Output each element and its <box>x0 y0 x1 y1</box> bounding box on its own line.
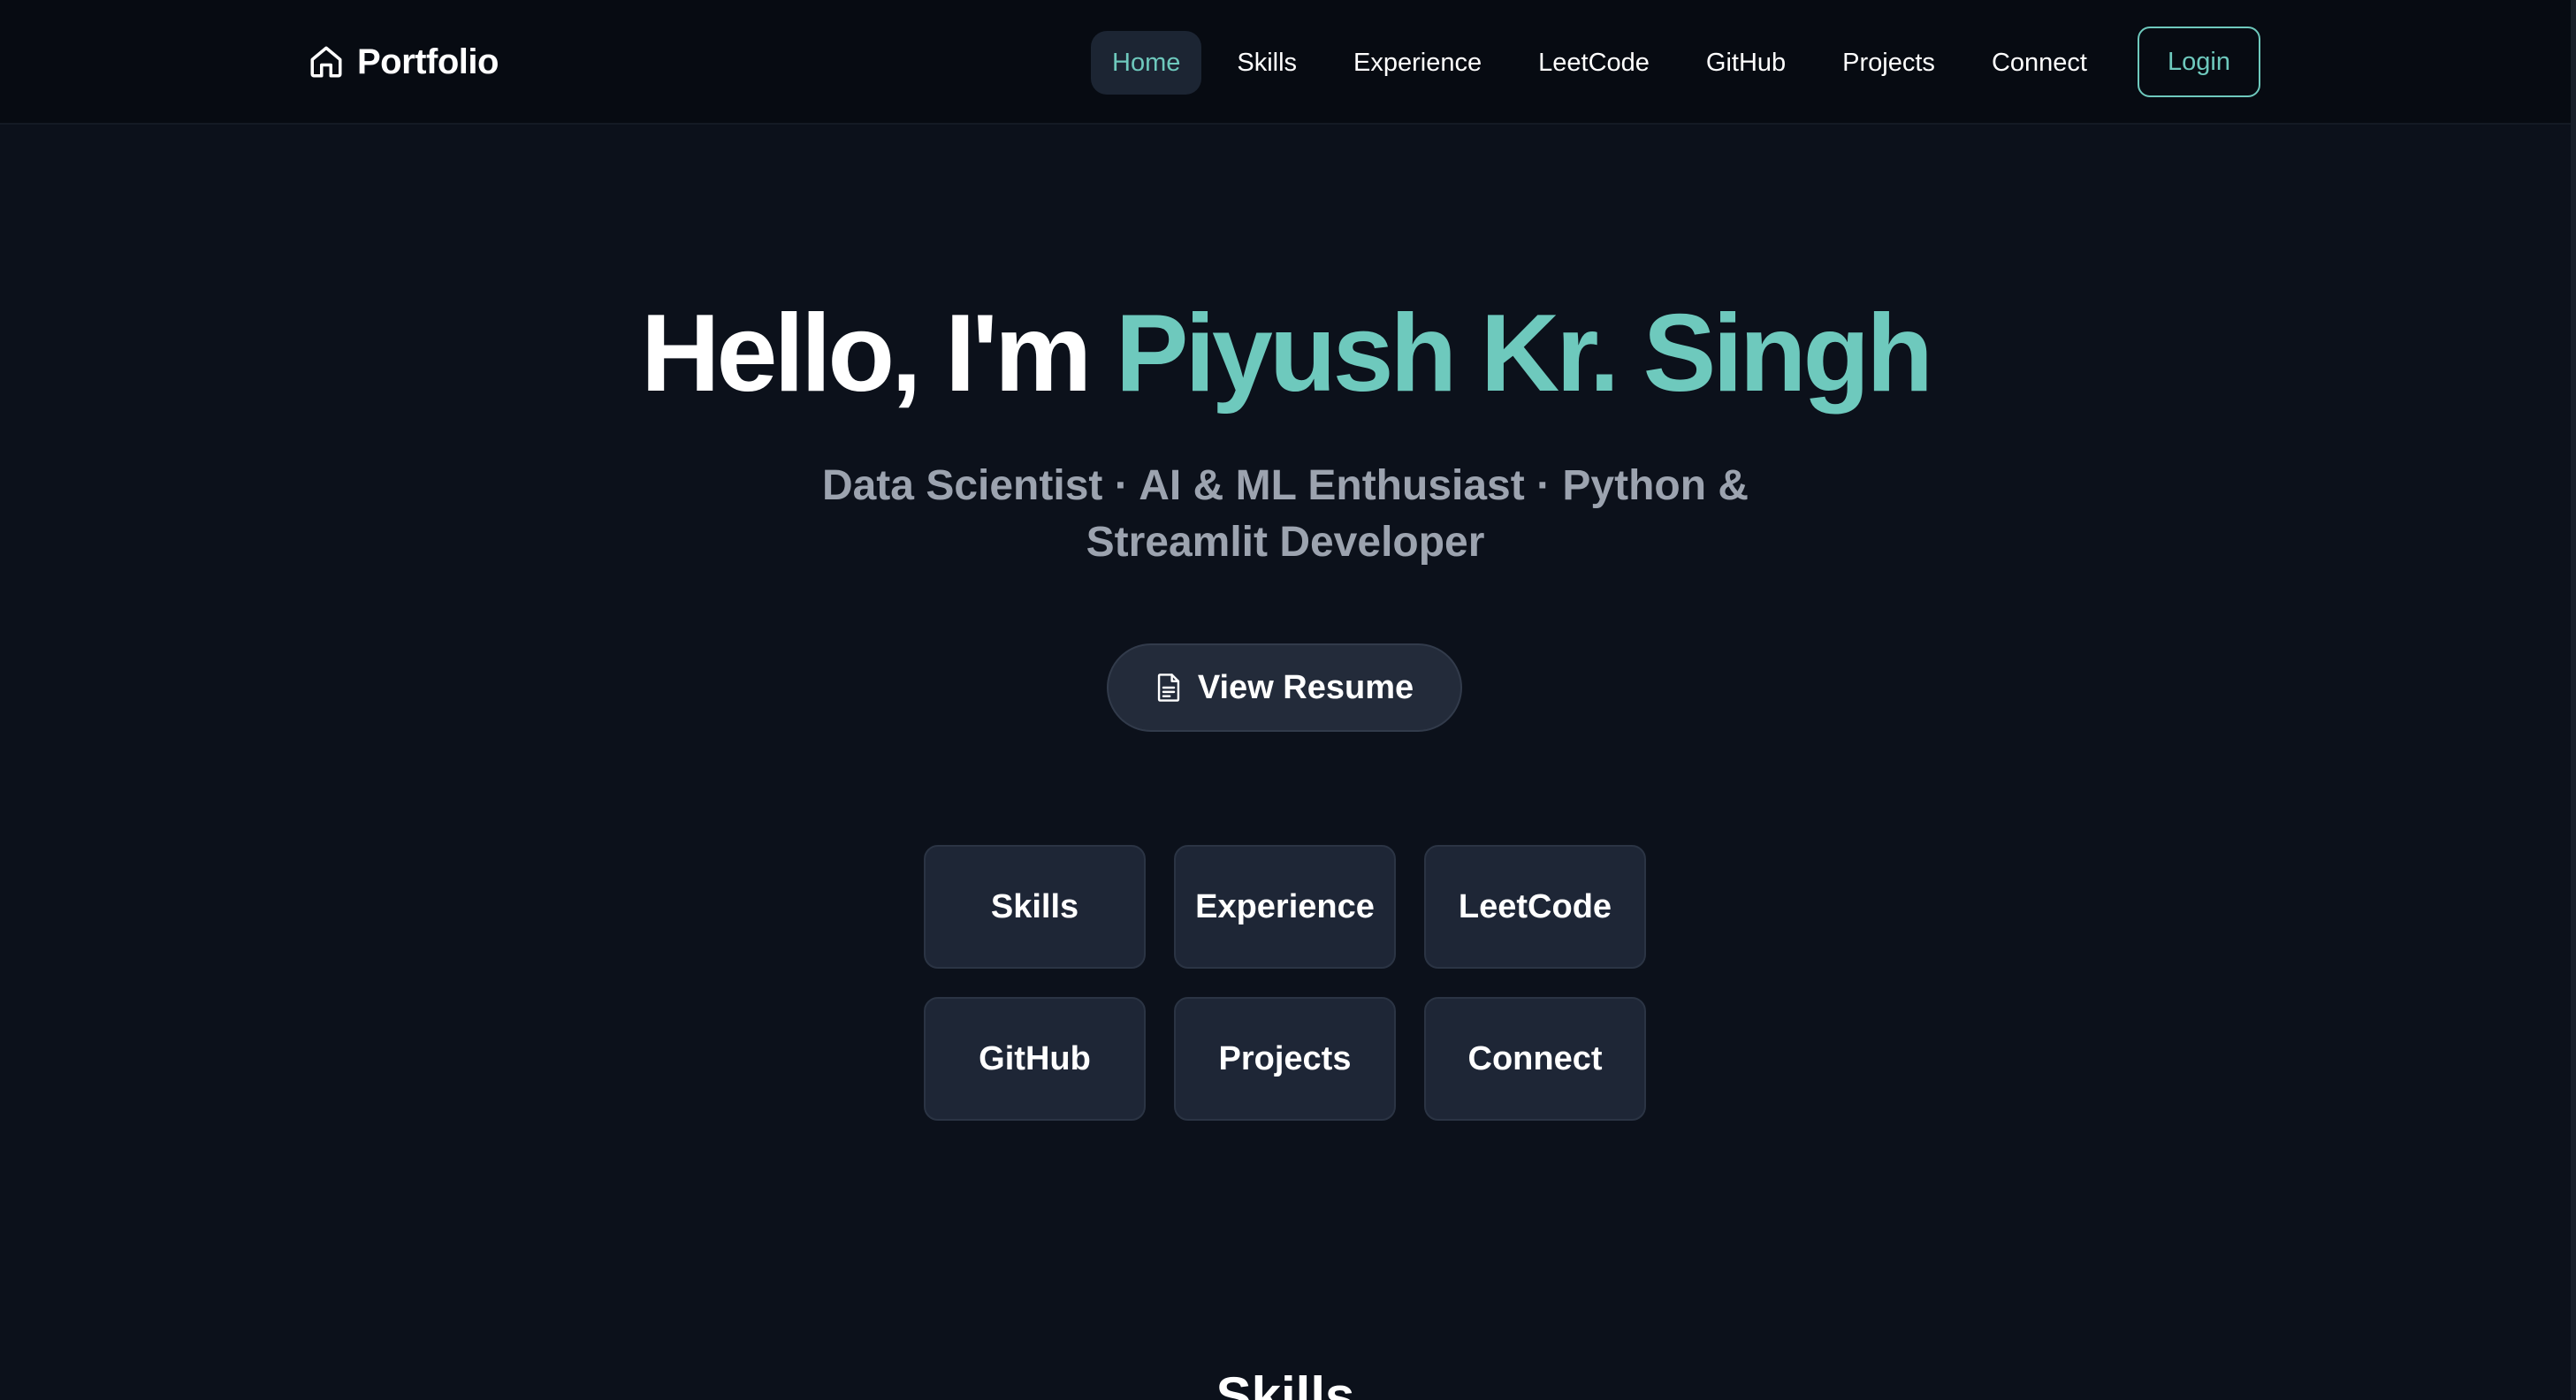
hero-subtitle: Data Scientist · AI & ML Enthusiast · Py… <box>821 462 1749 566</box>
brand-link[interactable]: Portfolio <box>308 39 499 85</box>
nav-item-github[interactable]: GitHub <box>1685 31 1807 95</box>
tile-github[interactable]: GitHub <box>924 997 1146 1121</box>
skills-section-heading: Skills <box>1216 1366 1355 1400</box>
top-navbar: Portfolio Home Skills Experience LeetCod… <box>0 0 2571 125</box>
view-resume-button[interactable]: View Resume <box>1107 643 1462 732</box>
tile-projects[interactable]: Projects <box>1174 997 1396 1121</box>
tile-leetcode[interactable]: LeetCode <box>1424 845 1646 969</box>
tile-experience[interactable]: Experience <box>1174 845 1396 969</box>
document-icon <box>1155 673 1182 703</box>
hero-name: Piyush Kr. Singh <box>1115 293 1933 415</box>
tile-connect[interactable]: Connect <box>1424 997 1646 1121</box>
portfolio-page: Portfolio Home Skills Experience LeetCod… <box>0 0 2576 1400</box>
nav-item-home[interactable]: Home <box>1091 31 1202 95</box>
nav-item-leetcode[interactable]: LeetCode <box>1517 31 1671 95</box>
nav-item-experience[interactable]: Experience <box>1332 31 1503 95</box>
tile-skills[interactable]: Skills <box>924 845 1146 969</box>
quick-links-grid: Skills Experience LeetCode GitHub Projec… <box>924 845 1646 1121</box>
nav-item-connect[interactable]: Connect <box>1970 31 2108 95</box>
nav-item-projects[interactable]: Projects <box>1821 31 1956 95</box>
view-resume-label: View Resume <box>1197 668 1414 706</box>
brand-label: Portfolio <box>357 42 499 81</box>
nav-links: Home Skills Experience LeetCode GitHub P… <box>1091 29 2123 96</box>
hero-title: Hello, I'm Piyush Kr. Singh <box>0 292 2571 415</box>
login-button[interactable]: Login <box>2138 27 2260 97</box>
hero-greeting: Hello, I'm <box>641 293 1092 415</box>
nav-item-skills[interactable]: Skills <box>1216 31 1318 95</box>
home-icon <box>308 43 345 80</box>
page-scrollbar[interactable] <box>2571 0 2576 1400</box>
